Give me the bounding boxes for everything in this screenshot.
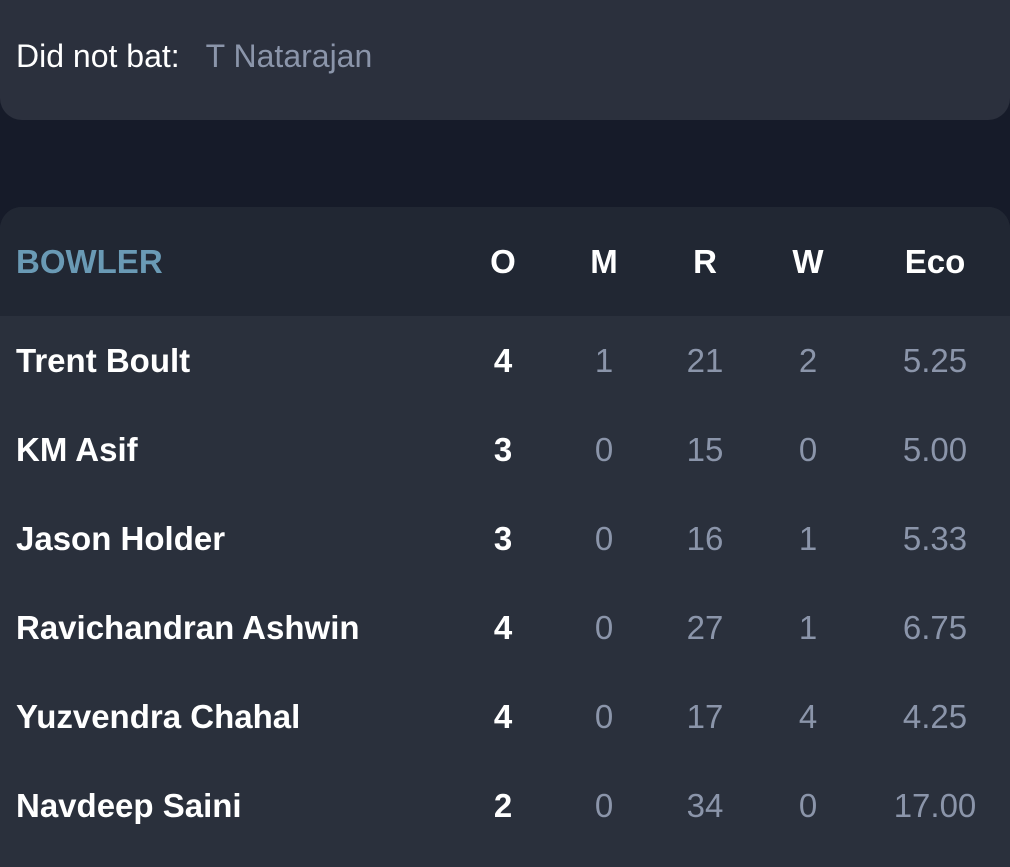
runs: 21 — [686, 341, 724, 379]
wickets: 1 — [798, 519, 818, 557]
economy: 5.25 — [902, 341, 968, 379]
bowler-name[interactable]: Jason Holder — [16, 520, 225, 558]
wickets: 2 — [798, 341, 818, 379]
runs: 17 — [686, 697, 724, 735]
runs: 16 — [686, 519, 724, 557]
header-economy: Eco — [904, 242, 966, 280]
runs: 15 — [686, 430, 724, 468]
did-not-bat: Did not bat: T Natarajan — [16, 38, 372, 75]
did-not-bat-card: Did not bat: T Natarajan — [0, 0, 1010, 120]
header-runs: R — [693, 242, 717, 280]
economy: 4.25 — [902, 697, 968, 735]
overs: 4 — [493, 341, 513, 379]
runs: 34 — [686, 786, 724, 824]
bowler-name[interactable]: Yuzvendra Chahal — [16, 698, 300, 736]
overs: 3 — [493, 519, 513, 557]
table-row: KM Asif 3 0 15 0 5.00 — [0, 405, 1010, 494]
economy: 17.00 — [893, 786, 977, 824]
maidens: 0 — [594, 519, 614, 557]
header-bowler: BOWLER — [16, 242, 163, 280]
overs: 4 — [493, 608, 513, 646]
bowler-name[interactable]: Trent Boult — [16, 342, 190, 380]
bowler-name[interactable]: KM Asif — [16, 431, 138, 469]
did-not-bat-players[interactable]: T Natarajan — [206, 38, 373, 74]
bowler-name[interactable]: Navdeep Saini — [16, 787, 242, 825]
bowling-table: BOWLER O M R W Eco Trent Boult 4 1 21 2 … — [0, 207, 1010, 867]
bowler-name[interactable]: Ravichandran Ashwin — [16, 609, 360, 647]
maidens: 0 — [594, 430, 614, 468]
economy: 5.00 — [902, 430, 968, 468]
runs: 27 — [686, 608, 724, 646]
maidens: 1 — [594, 341, 614, 379]
maidens: 0 — [594, 786, 614, 824]
table-row: Yuzvendra Chahal 4 0 17 4 4.25 — [0, 672, 1010, 761]
header-wickets: W — [792, 242, 824, 280]
economy: 5.33 — [902, 519, 968, 557]
did-not-bat-label: Did not bat: — [16, 38, 180, 74]
table-row: Ravichandran Ashwin 4 0 27 1 6.75 — [0, 583, 1010, 672]
overs: 4 — [493, 697, 513, 735]
header-maidens: M — [590, 242, 618, 280]
wickets: 0 — [798, 430, 818, 468]
bowling-table-header: BOWLER O M R W Eco — [0, 207, 1010, 316]
wickets: 0 — [798, 786, 818, 824]
maidens: 0 — [594, 697, 614, 735]
header-overs: O — [490, 242, 516, 280]
table-row: Navdeep Saini 2 0 34 0 17.00 — [0, 761, 1010, 850]
overs: 3 — [493, 430, 513, 468]
overs: 2 — [493, 786, 513, 824]
table-row: Jason Holder 3 0 16 1 5.33 — [0, 494, 1010, 583]
maidens: 0 — [594, 608, 614, 646]
table-row: Trent Boult 4 1 21 2 5.25 — [0, 316, 1010, 405]
wickets: 1 — [798, 608, 818, 646]
wickets: 4 — [798, 697, 818, 735]
economy: 6.75 — [902, 608, 968, 646]
